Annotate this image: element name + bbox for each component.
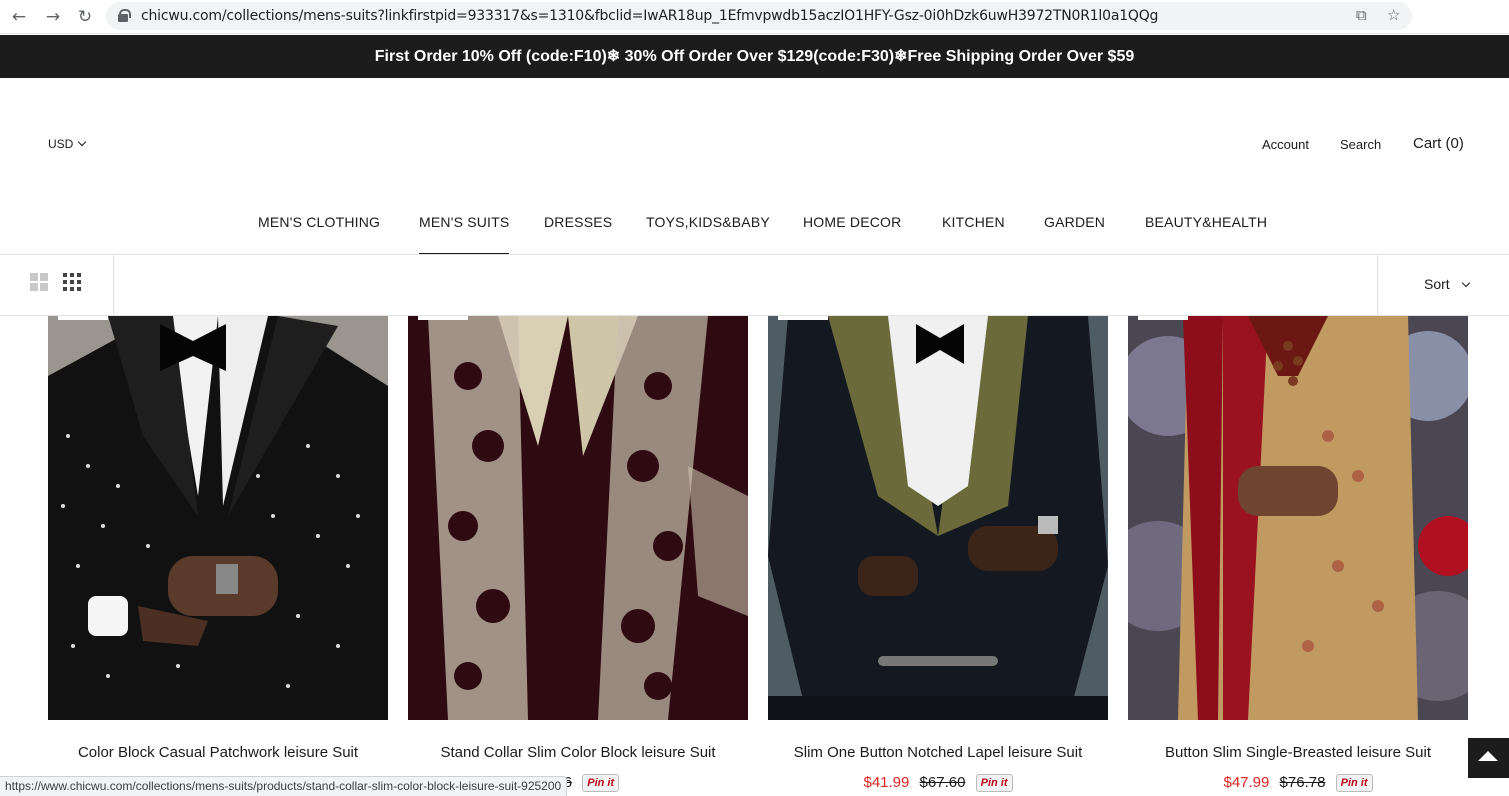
product-title[interactable]: Slim One Button Notched Lapel leisure Su… <box>758 744 1118 761</box>
nav-item-home-decor[interactable]: HOME DECOR <box>803 214 901 230</box>
nav-item-toys-kids-baby[interactable]: TOYS,KIDS&BABY <box>646 214 770 230</box>
nav-item-mens-clothing[interactable]: MEN'S CLOTHING <box>258 214 380 230</box>
link-status-bar: https://www.chicwu.com/collections/mens-… <box>0 776 568 796</box>
account-link[interactable]: Account <box>1262 137 1309 152</box>
back-arrow-icon[interactable]: ← <box>8 6 30 28</box>
chevron-down-icon <box>78 137 87 147</box>
sort-dropdown[interactable]: Sort <box>1377 255 1509 315</box>
announcement-bar: First Order 10% Off (code:F10)❄ 30% Off … <box>0 35 1509 78</box>
main-navigation: MEN'S CLOTHING MEN'S SUITS DRESSES TOYS,… <box>0 212 1509 255</box>
cast-icon[interactable]: ⧉ <box>1356 6 1367 24</box>
price-row: $41.99 $67.60 Pin it <box>768 774 1108 792</box>
sale-price: $41.99 <box>863 774 910 791</box>
nav-item-garden[interactable]: GARDEN <box>1044 214 1105 230</box>
sale-badge <box>58 316 108 320</box>
product-title[interactable]: Color Block Casual Patchwork leisure Sui… <box>38 744 398 761</box>
sale-badge <box>1138 316 1188 320</box>
pinterest-pin-button[interactable]: Pin it <box>975 774 1013 792</box>
sale-price: $47.99 <box>1223 774 1270 791</box>
address-bar[interactable]: chicwu.com/collections/mens-suits?linkfi… <box>106 2 1412 30</box>
pinterest-pin-button[interactable]: Pin it <box>582 774 620 792</box>
product-image[interactable] <box>1128 316 1468 720</box>
back-to-top-button[interactable] <box>1468 738 1509 778</box>
nav-item-mens-suits[interactable]: MEN'S SUITS <box>419 214 510 255</box>
sort-label: Sort <box>1424 276 1450 292</box>
product-image[interactable] <box>768 316 1108 720</box>
product-title[interactable]: Button Slim Single-Breasted leisure Suit <box>1118 744 1478 761</box>
compare-at-price: $67.60 <box>919 774 966 791</box>
product-image[interactable] <box>48 316 388 720</box>
sale-badge <box>418 316 468 320</box>
price-row: $47.99 $76.78 Pin it <box>1128 774 1468 792</box>
grid-two-column-icon[interactable] <box>30 273 48 291</box>
layout-toggles <box>0 255 114 315</box>
reload-icon[interactable]: ↻ <box>74 6 96 28</box>
product-title[interactable]: Stand Collar Slim Color Block leisure Su… <box>398 744 758 761</box>
compare-at-price: $76.78 <box>1279 774 1326 791</box>
pinterest-pin-button[interactable]: Pin it <box>1335 774 1373 792</box>
collection-toolbar: Sort <box>0 255 1509 316</box>
browser-toolbar: ← → ↻ chicwu.com/collections/mens-suits?… <box>0 0 1509 34</box>
forward-arrow-icon[interactable]: → <box>42 6 64 28</box>
cart-link[interactable]: Cart (0) <box>1413 135 1464 152</box>
grid-four-column-icon[interactable] <box>63 273 81 291</box>
currency-label: USD <box>48 137 74 151</box>
nav-item-dresses[interactable]: DRESSES <box>544 214 612 230</box>
search-link[interactable]: Search <box>1340 137 1381 152</box>
bookmark-star-icon[interactable]: ☆ <box>1387 6 1400 24</box>
currency-selector[interactable]: USD <box>48 137 87 151</box>
lock-icon[interactable] <box>118 9 131 22</box>
nav-item-kitchen[interactable]: KITCHEN <box>942 214 1005 230</box>
url-text[interactable]: chicwu.com/collections/mens-suits?linkfi… <box>141 8 1158 24</box>
sale-badge <box>778 316 828 320</box>
nav-item-beauty-health[interactable]: BEAUTY&HEALTH <box>1145 214 1267 230</box>
product-image[interactable] <box>408 316 748 720</box>
chevron-down-icon <box>1461 278 1471 288</box>
